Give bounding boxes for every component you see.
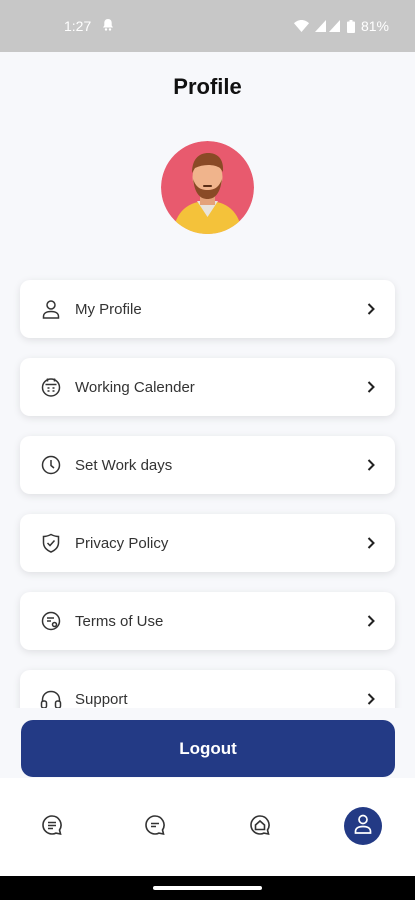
menu-item-label: Set Work days — [75, 456, 173, 474]
chat-icon — [144, 814, 166, 841]
page-title: Profile — [173, 74, 242, 99]
person-icon — [40, 298, 62, 320]
chevron-right-icon — [365, 380, 377, 394]
system-gesture-bar — [0, 876, 415, 900]
signal-icon — [314, 20, 341, 32]
chevron-right-icon — [365, 536, 377, 550]
document-badge-icon — [40, 610, 62, 632]
menu-item-terms-of-use[interactable]: Terms of Use — [20, 592, 395, 650]
menu-item-label: Privacy Policy — [75, 534, 169, 552]
chevron-right-icon — [365, 614, 377, 628]
person-icon — [354, 814, 372, 839]
nav-item-home[interactable] — [241, 808, 279, 846]
home-gesture-handle[interactable] — [153, 886, 262, 890]
nav-item-profile[interactable] — [344, 807, 382, 845]
nav-item-list[interactable] — [33, 808, 71, 846]
nav-item-chat[interactable] — [136, 808, 174, 846]
clock-icon — [40, 454, 62, 476]
menu-item-label: My Profile — [75, 300, 142, 318]
menu-item-privacy-policy[interactable]: Privacy Policy — [20, 514, 395, 572]
menu-item-working-calender[interactable]: Working Calender — [20, 358, 395, 416]
shield-check-icon — [40, 532, 62, 554]
menu-item-set-work-days[interactable]: Set Work days — [20, 436, 395, 494]
chevron-right-icon — [365, 458, 377, 472]
menu-item-my-profile[interactable]: My Profile — [20, 280, 395, 338]
logout-button[interactable]: Logout — [21, 720, 395, 777]
avatar[interactable] — [161, 141, 254, 234]
status-time: 1:27 — [64, 18, 92, 34]
wifi-icon — [293, 20, 309, 32]
home-icon — [249, 814, 271, 841]
notification-icon — [101, 18, 115, 35]
menu-item-label: Working Calender — [75, 378, 195, 396]
chevron-right-icon — [365, 302, 377, 316]
menu-item-label: Terms of Use — [75, 612, 164, 630]
status-bar: 1:27 81% — [0, 0, 415, 52]
battery-percent: 81% — [360, 18, 389, 34]
chevron-right-icon — [365, 692, 377, 706]
list-icon — [41, 814, 63, 841]
calendar-icon — [40, 376, 62, 398]
bottom-nav — [0, 778, 415, 876]
headphones-icon — [40, 688, 62, 710]
battery-icon — [346, 19, 355, 33]
menu-item-label: Support — [75, 690, 128, 708]
